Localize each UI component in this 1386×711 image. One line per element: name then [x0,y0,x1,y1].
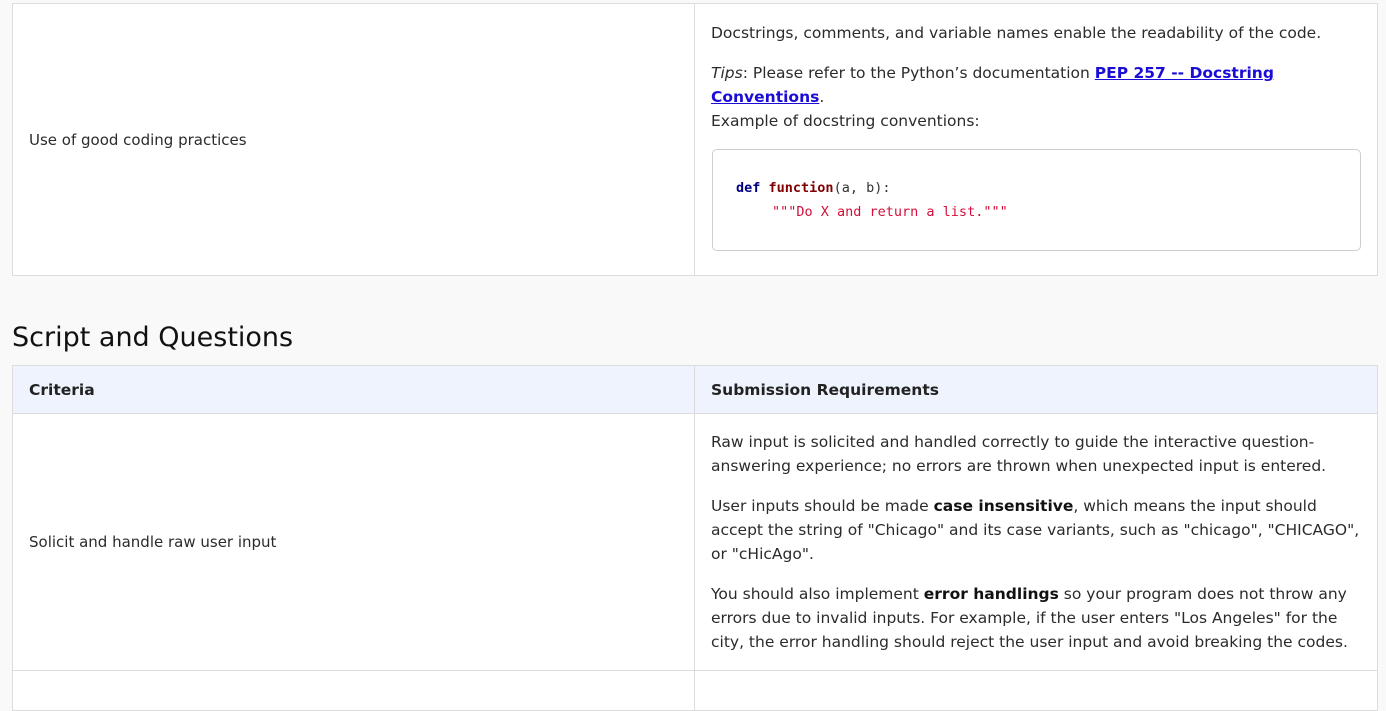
table-header-row: Criteria Submission Requirements [12,365,1378,414]
p3-text-a: You should also implement [711,585,924,603]
tips-text: : Please refer to the Python’s documenta… [742,64,1095,82]
criteria-text: Solicit and handle raw user input [29,533,277,551]
table-row [12,670,1378,711]
requirement-paragraph: You should also implement error handling… [711,582,1361,654]
example-text: Example of docstring conventions: [711,112,980,130]
requirements-cell: Docstrings, comments, and variable names… [694,3,1378,276]
code-function-name: function [768,180,834,196]
criteria-cell: Use of good coding practices [12,3,695,276]
rubric-table-script: Criteria Submission Requirements Solicit… [12,365,1378,711]
requirement-paragraph: Docstrings, comments, and variable names… [711,24,1322,42]
code-line-2: """Do X and return a list.""" [736,200,1337,224]
requirements-cell [694,670,1378,711]
code-keyword: def [736,180,761,196]
p2-bold: case insensitive [933,497,1074,515]
tips-label: Tips [711,64,743,82]
rubric-table-top: Use of good coding practices Docstrings,… [12,3,1378,276]
requirement-paragraph: Raw input is solicited and handled corre… [711,433,1327,475]
table-row: Solicit and handle raw user input Raw in… [12,413,1378,671]
section-title: Script and Questions [12,322,294,353]
header-criteria: Criteria [12,365,695,414]
page-content: Use of good coding practices Docstrings,… [12,0,1378,711]
code-block: def function(a, b): """Do X and return a… [712,149,1361,251]
requirement-paragraph: User inputs should be made case insensit… [711,494,1361,566]
tips-paragraph: Tips: Please refer to the Python’s docum… [711,61,1361,133]
criteria-cell [12,670,695,711]
tips-end: . [819,88,825,106]
criteria-text: Use of good coding practices [29,130,247,149]
requirements-cell: Raw input is solicited and handled corre… [694,413,1378,671]
code-params: (a, b): [833,180,891,196]
table-row: Use of good coding practices Docstrings,… [12,3,1378,276]
criteria-cell: Solicit and handle raw user input [12,413,695,671]
header-requirements: Submission Requirements [694,365,1378,414]
code-docstring: """Do X and return a list.""" [772,204,1008,220]
code-line-1: def function(a, b): [736,176,1337,200]
p3-bold: error handlings [923,585,1059,603]
p2-text-a: User inputs should be made [711,497,934,515]
